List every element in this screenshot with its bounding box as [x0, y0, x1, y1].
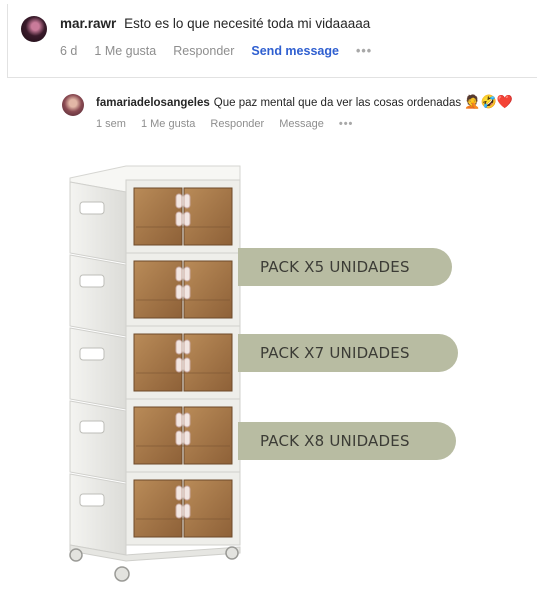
door-handle — [175, 339, 183, 355]
cabinet-side-panel — [69, 327, 127, 410]
reply-actions: 1 sem 1 Me gusta Responder Message ••• — [96, 118, 368, 130]
commenter-avatar[interactable] — [21, 16, 47, 42]
comment-text: Esto es lo que necesité toda mi vidaaaaa — [124, 16, 371, 31]
cabinet-side-panel — [69, 181, 127, 264]
reply-likes[interactable]: 1 Me gusta — [141, 118, 195, 130]
door-handle — [183, 412, 191, 428]
side-handle — [79, 347, 105, 361]
reply-row: famariadelosangeles Que paz mental que da… — [96, 94, 513, 110]
reply-text: Que paz mental que da ver las cosas orde… — [213, 97, 462, 109]
drawer-door-left — [133, 260, 183, 319]
reply-username[interactable]: famariadelosangeles — [96, 97, 210, 109]
ellipsis-icon[interactable]: ••• — [339, 118, 354, 130]
reply-time: 1 sem — [96, 118, 126, 130]
comment-username[interactable]: mar.rawr — [60, 16, 116, 31]
reply-avatar[interactable] — [62, 94, 84, 116]
message-button[interactable]: Message — [279, 118, 324, 130]
side-handle — [79, 493, 105, 507]
door-handle — [175, 211, 183, 227]
heart-icon: ❤️ — [496, 94, 513, 109]
cabinet-side-panel — [69, 254, 127, 337]
drawer-door-right — [183, 479, 233, 538]
storage-cabinet-image — [69, 165, 241, 582]
reply-reply-button[interactable]: Responder — [210, 118, 264, 130]
door-handle — [183, 284, 191, 300]
send-message-button[interactable]: Send message — [251, 44, 339, 58]
drawer-door-left — [133, 333, 183, 392]
comment-time: 6 d — [60, 44, 78, 58]
door-handle — [183, 485, 191, 501]
pack-x5-label: PACK X5 UNIDADES — [238, 248, 452, 286]
side-handle — [79, 420, 105, 434]
cabinet-side-panel — [69, 473, 127, 556]
side-handle — [79, 201, 105, 215]
drawer-door-left — [133, 406, 183, 465]
door-handle — [175, 266, 183, 282]
ellipsis-icon[interactable]: ••• — [356, 44, 372, 58]
comment-row: mar.rawr Esto es lo que necesité toda mi… — [60, 16, 370, 31]
side-handle — [79, 274, 105, 288]
door-handle — [175, 412, 183, 428]
drawer-door-right — [183, 260, 233, 319]
pack-x7-label: PACK X7 UNIDADES — [238, 334, 458, 372]
pack-x8-label: PACK X8 UNIDADES — [238, 422, 456, 460]
door-handle — [183, 357, 191, 373]
reply-emojis: 🤦🤣 — [464, 94, 497, 109]
comment-likes[interactable]: 1 Me gusta — [94, 44, 156, 58]
drawer-door-left — [133, 187, 183, 246]
drawer-door-right — [183, 333, 233, 392]
door-handle — [183, 266, 191, 282]
door-handle — [175, 193, 183, 209]
comment-actions: 6 d 1 Me gusta Responder Send message ••… — [60, 44, 389, 58]
door-handle — [183, 211, 191, 227]
door-handle — [175, 503, 183, 519]
door-handle — [175, 430, 183, 446]
drawer-door-right — [183, 406, 233, 465]
drawer-door-right — [183, 187, 233, 246]
cabinet-side-panel — [69, 400, 127, 483]
door-handle — [183, 503, 191, 519]
door-handle — [175, 485, 183, 501]
door-handle — [175, 284, 183, 300]
drawer-door-left — [133, 479, 183, 538]
door-handle — [175, 357, 183, 373]
door-handle — [183, 430, 191, 446]
door-handle — [183, 339, 191, 355]
comment-reply-button[interactable]: Responder — [173, 44, 234, 58]
door-handle — [183, 193, 191, 209]
